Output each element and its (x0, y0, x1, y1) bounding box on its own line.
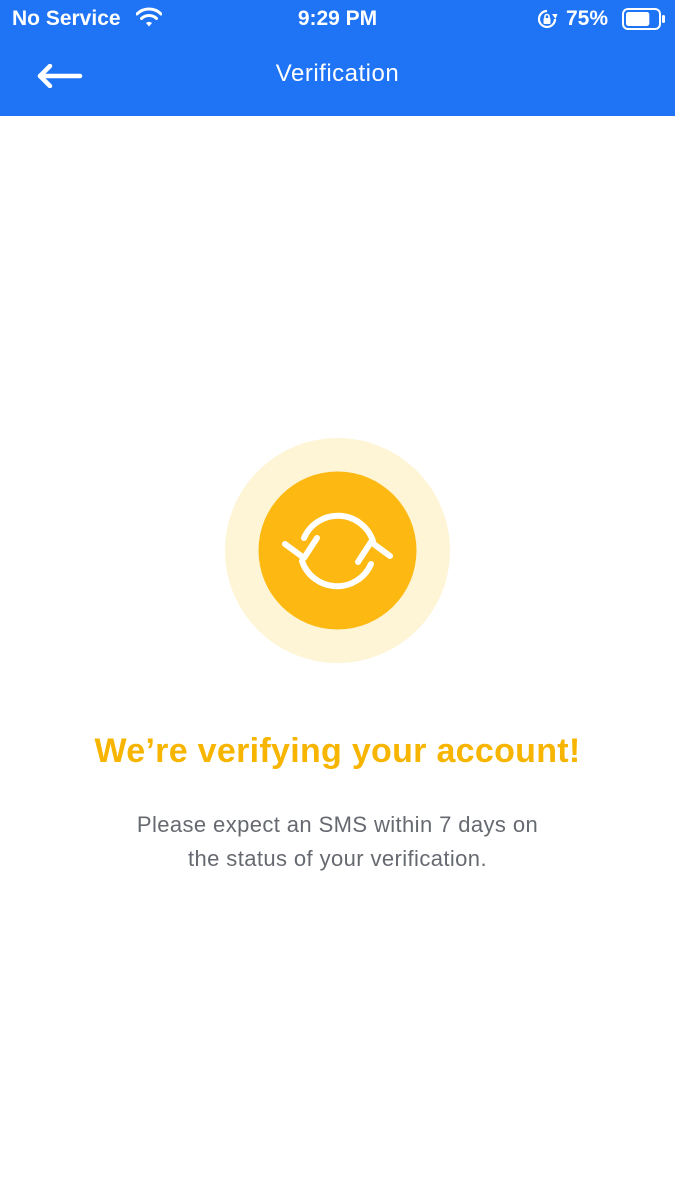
status-bar: No Service 9:29 PM 75% (0, 0, 675, 38)
app-header: No Service 9:29 PM 75% Verification (0, 0, 675, 116)
battery-icon (622, 8, 665, 30)
battery-percent: 75% (566, 7, 609, 30)
verification-status-graphic (225, 438, 450, 663)
status-headline: We’re verifying your account! (94, 732, 581, 770)
page-title: Verification (275, 60, 400, 87)
rotation-lock-icon (537, 9, 558, 29)
status-message-line-1: Please expect an SMS within 7 days on (136, 812, 539, 837)
status-message-line-2: the status of your verification. (188, 846, 487, 871)
sync-arrows-icon (225, 438, 450, 663)
status-message: Please expect an SMS within 7 days on th… (80, 808, 595, 876)
